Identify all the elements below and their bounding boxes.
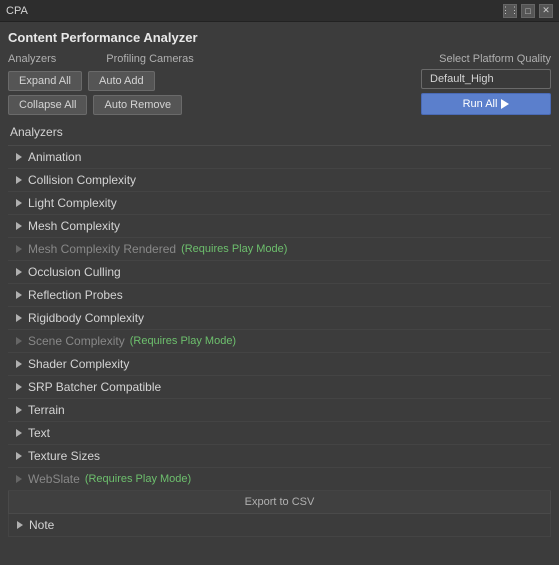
expand-icon bbox=[16, 406, 22, 414]
dropdown-wrapper: Default_High Default_Low Default_Medium bbox=[421, 69, 551, 89]
expand-icon bbox=[16, 452, 22, 460]
expand-icon bbox=[16, 360, 22, 368]
expand-icon bbox=[16, 291, 22, 299]
list-item[interactable]: Texture Sizes bbox=[8, 445, 551, 468]
expand-icon bbox=[16, 475, 22, 483]
expand-icon bbox=[16, 268, 22, 276]
item-label: Mesh Complexity bbox=[28, 219, 120, 233]
item-label: Occlusion Culling bbox=[28, 265, 121, 279]
item-label: Terrain bbox=[28, 403, 65, 417]
requires-play-mode-badge: (Requires Play Mode) bbox=[85, 473, 191, 485]
list-item[interactable]: Terrain bbox=[8, 399, 551, 422]
item-label: Text bbox=[28, 426, 50, 440]
title-bar: CPA ⋮⋮ □ ✕ bbox=[0, 0, 559, 22]
list-item[interactable]: Mesh Complexity bbox=[8, 215, 551, 238]
item-label: Light Complexity bbox=[28, 196, 117, 210]
item-label: SRP Batcher Compatible bbox=[28, 380, 161, 394]
run-all-label: Run All bbox=[463, 98, 498, 110]
expand-icon bbox=[16, 199, 22, 207]
item-label: Scene Complexity bbox=[28, 334, 125, 348]
run-all-button[interactable]: Run All bbox=[421, 93, 551, 115]
collapse-all-button[interactable]: Collapse All bbox=[8, 95, 87, 115]
requires-play-mode-badge: (Requires Play Mode) bbox=[130, 335, 236, 347]
button-row-2: Collapse All Auto Remove bbox=[8, 95, 194, 115]
list-item[interactable]: Text bbox=[8, 422, 551, 445]
item-label: Texture Sizes bbox=[28, 449, 100, 463]
analyzer-list: Animation Collision Complexity Light Com… bbox=[8, 145, 551, 491]
top-row: Analyzers Profiling Cameras Expand All A… bbox=[8, 53, 551, 115]
platform-quality-dropdown[interactable]: Default_High Default_Low Default_Medium bbox=[421, 69, 551, 89]
profiling-cameras-label: Profiling Cameras bbox=[106, 53, 193, 65]
left-section: Analyzers Profiling Cameras Expand All A… bbox=[8, 53, 194, 115]
expand-icon bbox=[16, 429, 22, 437]
item-label: Mesh Complexity Rendered bbox=[28, 242, 176, 256]
list-item[interactable]: SRP Batcher Compatible bbox=[8, 376, 551, 399]
list-item[interactable]: Collision Complexity bbox=[8, 169, 551, 192]
platform-quality-label: Select Platform Quality bbox=[439, 53, 551, 65]
expand-all-button[interactable]: Expand All bbox=[8, 71, 82, 91]
analyzers-section-label: Analyzers bbox=[8, 53, 56, 65]
requires-play-mode-badge: (Requires Play Mode) bbox=[181, 243, 287, 255]
expand-icon bbox=[16, 383, 22, 391]
maximize-btn[interactable]: □ bbox=[521, 4, 535, 18]
list-item[interactable]: Rigidbody Complexity bbox=[8, 307, 551, 330]
item-label: Reflection Probes bbox=[28, 288, 123, 302]
list-item[interactable]: Reflection Probes bbox=[8, 284, 551, 307]
expand-icon bbox=[16, 337, 22, 345]
expand-icon bbox=[16, 176, 22, 184]
expand-icon bbox=[16, 314, 22, 322]
expand-icon bbox=[16, 153, 22, 161]
auto-remove-button[interactable]: Auto Remove bbox=[93, 95, 182, 115]
auto-add-button[interactable]: Auto Add bbox=[88, 71, 155, 91]
expand-icon bbox=[16, 222, 22, 230]
button-row-1: Expand All Auto Add bbox=[8, 71, 194, 91]
item-label: Collision Complexity bbox=[28, 173, 136, 187]
analyzers-header: Analyzers bbox=[8, 121, 551, 143]
more-options-btn[interactable]: ⋮⋮ bbox=[503, 4, 517, 18]
title-bar-text: CPA bbox=[6, 5, 503, 17]
window-title: Content Performance Analyzer bbox=[8, 30, 551, 45]
note-label: Note bbox=[29, 518, 54, 532]
main-content: Content Performance Analyzer Analyzers P… bbox=[0, 22, 559, 545]
list-item[interactable]: Occlusion Culling bbox=[8, 261, 551, 284]
item-label: Rigidbody Complexity bbox=[28, 311, 144, 325]
item-label: WebSlate bbox=[28, 472, 80, 486]
expand-icon bbox=[16, 245, 22, 253]
note-item[interactable]: Note bbox=[8, 514, 551, 537]
right-section: Select Platform Quality Default_High Def… bbox=[421, 53, 551, 115]
list-item-disabled: Scene Complexity (Requires Play Mode) bbox=[8, 330, 551, 353]
play-triangle-icon bbox=[501, 99, 509, 109]
list-item[interactable]: Shader Complexity bbox=[8, 353, 551, 376]
list-item[interactable]: Animation bbox=[8, 146, 551, 169]
title-bar-controls: ⋮⋮ □ ✕ bbox=[503, 4, 553, 18]
list-item[interactable]: Light Complexity bbox=[8, 192, 551, 215]
close-btn[interactable]: ✕ bbox=[539, 4, 553, 18]
item-label: Shader Complexity bbox=[28, 357, 129, 371]
expand-icon bbox=[17, 521, 23, 529]
list-item-disabled: Mesh Complexity Rendered (Requires Play … bbox=[8, 238, 551, 261]
export-to-csv-button[interactable]: Export to CSV bbox=[8, 491, 551, 514]
list-item-disabled: WebSlate (Requires Play Mode) bbox=[8, 468, 551, 491]
item-label: Animation bbox=[28, 150, 81, 164]
